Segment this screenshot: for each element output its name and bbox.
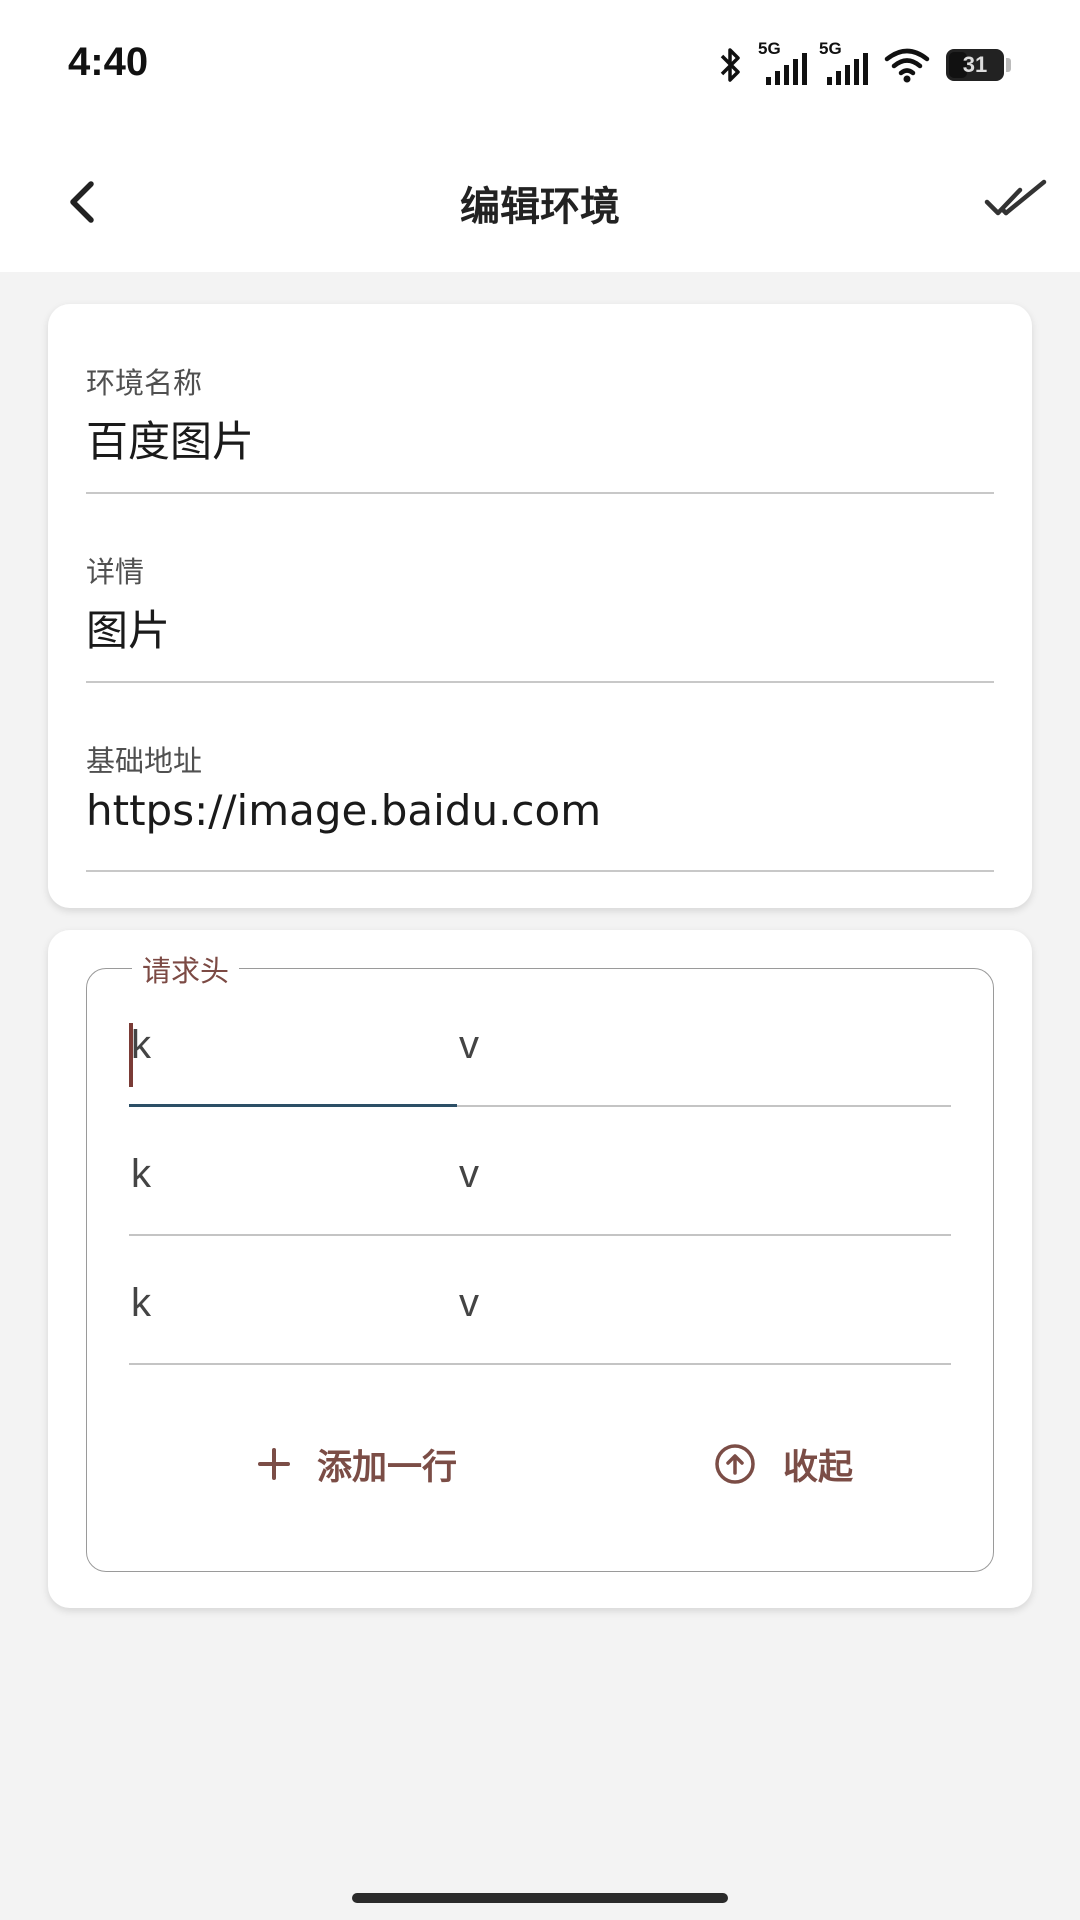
battery-level: 31	[962, 52, 988, 77]
status-icons: 5G 5G 31	[716, 39, 1011, 88]
header-value-input[interactable]: v	[459, 1023, 479, 1068]
field-label: 基础地址	[86, 744, 203, 778]
app-bar: 编辑环境	[0, 130, 1080, 272]
status-bar: 4:40 5G 5G 31	[0, 0, 1080, 130]
wifi-icon	[884, 48, 930, 83]
add-row-label: 添加一行	[317, 1447, 458, 1488]
headers-fieldset: k v k v k v 添加一行 收起	[86, 968, 994, 1572]
underline	[129, 1363, 951, 1365]
signal-icon: 5G	[758, 39, 807, 85]
signal-icon: 5G	[819, 39, 868, 85]
focus-underline	[129, 1104, 457, 1107]
header-value-input[interactable]: v	[459, 1281, 479, 1326]
field-label: 详情	[86, 555, 145, 589]
header-key-input[interactable]: k	[131, 1023, 151, 1068]
header-value-input[interactable]: v	[459, 1152, 479, 1197]
base-url-field[interactable]: 基础地址 https://image.baidu.com	[86, 682, 994, 872]
detail-input[interactable]: 图片	[86, 597, 170, 658]
header-row: k v	[129, 1237, 951, 1365]
page-title: 编辑环境	[460, 184, 620, 230]
environment-card: 环境名称 百度图片 详情 图片 基础地址 https://image.baidu…	[48, 304, 1032, 908]
environment-name-input[interactable]: 百度图片	[86, 408, 254, 469]
home-indicator[interactable]	[352, 1893, 728, 1903]
headers-legend: 请求头	[132, 948, 240, 990]
header-row: k v	[129, 979, 951, 1107]
header-actions: 添加一行 收起	[87, 1429, 993, 1499]
collapse-button[interactable]: 收起	[713, 1429, 853, 1499]
base-url-input[interactable]: https://image.baidu.com	[86, 786, 601, 835]
status-time: 4:40	[68, 40, 149, 84]
battery-icon: 31	[946, 49, 1011, 81]
add-row-button[interactable]: 添加一行	[257, 1429, 457, 1499]
double-check-icon	[984, 179, 1047, 216]
header-key-input[interactable]: k	[131, 1152, 151, 1197]
collapse-label: 收起	[783, 1447, 854, 1488]
detail-field[interactable]: 详情 图片	[86, 493, 994, 683]
environment-name-field[interactable]: 环境名称 百度图片	[86, 304, 994, 494]
bluetooth-icon	[720, 48, 740, 82]
underline	[86, 870, 994, 872]
headers-card: k v k v k v 添加一行 收起 请求头	[48, 930, 1032, 1608]
plus-icon	[258, 1448, 290, 1480]
underline	[129, 1234, 951, 1236]
arrow-up-circle-icon	[715, 1444, 755, 1484]
header-key-input[interactable]: k	[131, 1281, 151, 1326]
header-row: k v	[129, 1108, 951, 1236]
field-label: 环境名称	[86, 366, 203, 400]
confirm-button[interactable]	[978, 168, 1054, 232]
